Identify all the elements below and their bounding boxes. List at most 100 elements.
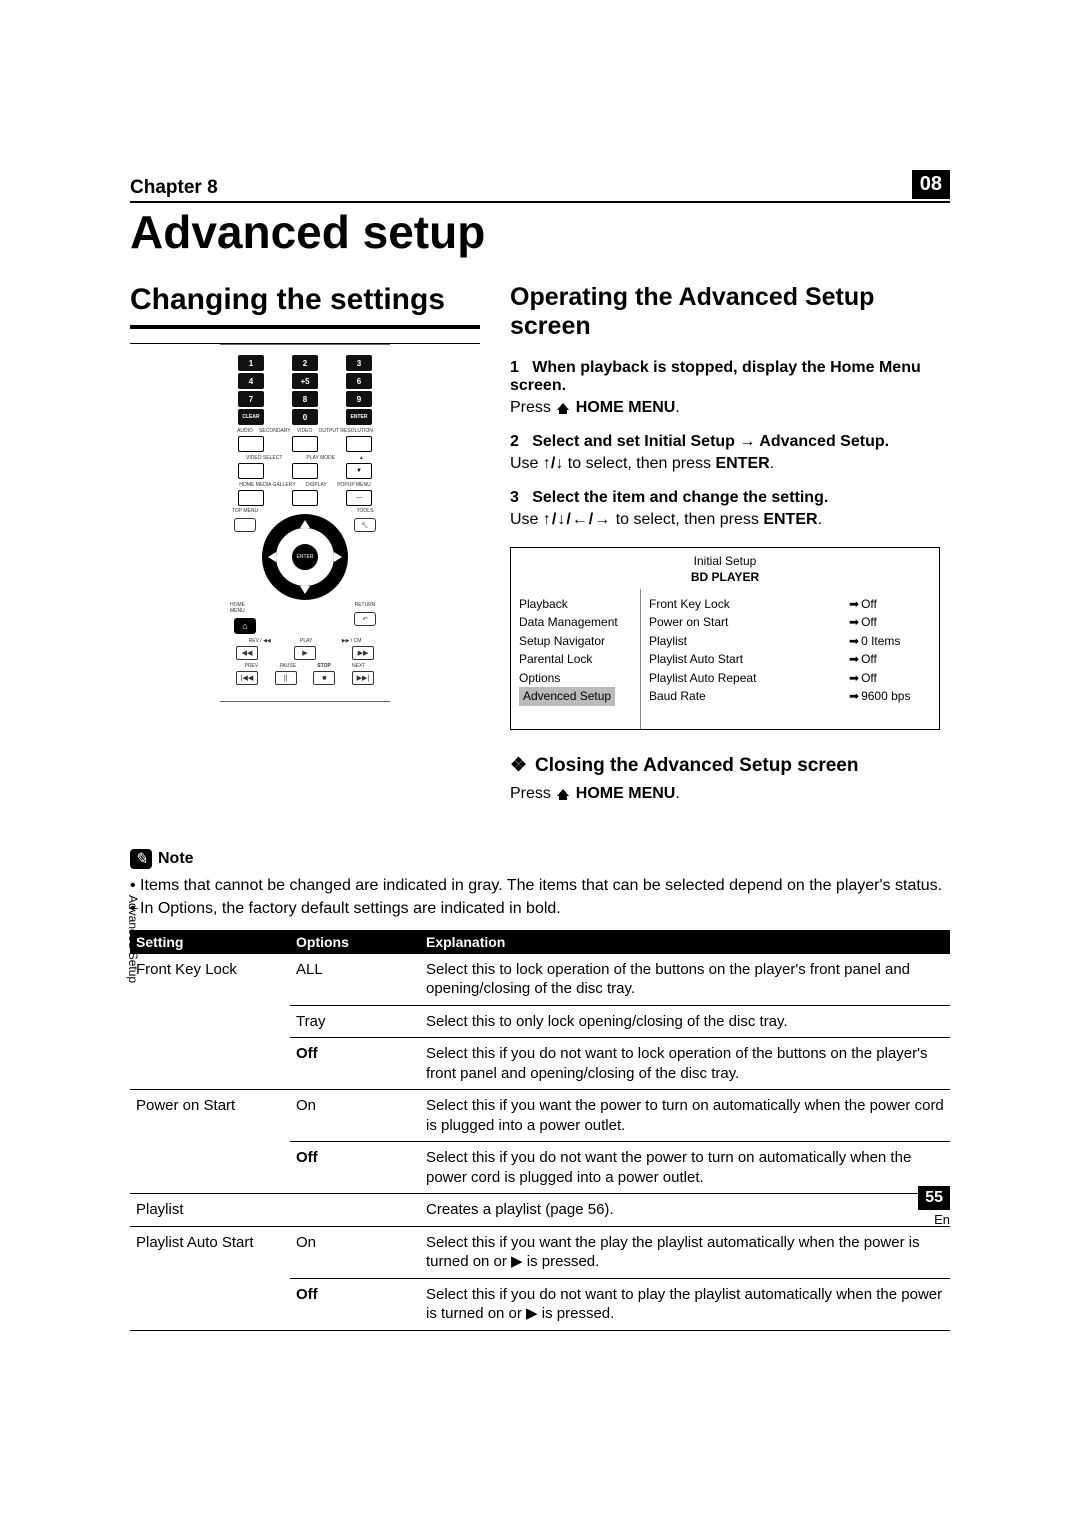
note-item: In Options, the factory default settings… — [130, 898, 950, 920]
right-arrow-icon: ➡ — [849, 632, 859, 651]
explanation-cell: Select this to lock operation of the but… — [420, 954, 950, 1006]
option-cell: On — [290, 1226, 420, 1278]
remote-label-audio: AUDIO — [237, 428, 253, 434]
remote-btn — [292, 436, 318, 452]
osd-mid-pane: Front Key Lock Power on Start Playlist P… — [641, 589, 849, 729]
osd-value: Off — [861, 615, 877, 629]
option-cell: ALL — [290, 954, 420, 1006]
step-2: 2 Select and set Initial Setup → Advance… — [510, 433, 950, 451]
table-header-setting: Setting — [130, 930, 290, 954]
diamond-icon: ❖ — [510, 754, 527, 777]
osd-left-item: Data Management — [519, 613, 632, 632]
setting-cell — [130, 1142, 290, 1194]
chapter-label: Chapter 8 — [130, 177, 218, 199]
page-number: 55 — [918, 1186, 950, 1210]
remote-btn: ▼ — [346, 463, 372, 479]
setting-cell: Playlist — [130, 1194, 290, 1227]
explanation-cell: Select this if you do not want the power… — [420, 1142, 950, 1194]
osd-value: 9600 bps — [861, 689, 910, 703]
setting-cell: Power on Start — [130, 1090, 290, 1142]
right-arrow-icon: ➡ — [849, 650, 859, 669]
option-cell: Off — [290, 1278, 420, 1330]
option-cell: Off — [290, 1038, 420, 1090]
remote-key-9: 9 — [346, 391, 372, 407]
remote-label-next: NEXT — [352, 663, 365, 669]
table-header-explanation: Explanation — [420, 930, 950, 954]
remote-key-play: ▶ — [294, 646, 316, 660]
osd-left-pane: Playback Data Management Setup Navigator… — [511, 589, 641, 729]
chapter-row: Chapter 8 08 — [130, 170, 950, 203]
remote-key-stop: ■ — [313, 671, 335, 685]
remote-key-fwd: ▶▶ — [352, 646, 374, 660]
remote-key-0: 0 — [292, 409, 318, 425]
osd-mid-item: Playlist Auto Repeat — [649, 669, 841, 688]
step-1-body: Press HOME MENU. — [510, 399, 950, 417]
osd-left-item: Setup Navigator — [519, 632, 632, 651]
note-item: Items that cannot be changed are indicat… — [130, 875, 950, 897]
remote-key-7: 7 — [238, 391, 264, 407]
note-icon: ✎ — [130, 849, 152, 869]
remote-label-resolution: OUTPUT RESOLUTION — [319, 428, 373, 434]
remote-label-tools: TOOLS — [357, 508, 374, 514]
remote-label-playmode: PLAY MODE — [306, 455, 335, 461]
osd-left-item-selected: Advenced Setup — [519, 687, 615, 706]
remote-key-rev: ◀◀ — [236, 646, 258, 660]
home-icon — [557, 403, 569, 410]
osd-left-item: Playback — [519, 595, 632, 614]
right-arrow-icon: ➡ — [849, 669, 859, 688]
osd-subtitle: BD PLAYER — [511, 570, 939, 589]
step-2-body: Use ↑/↓ to select, then press ENTER. — [510, 455, 950, 473]
remote-key-enter: ENTER — [346, 409, 372, 425]
remote-label-return: RETURN — [355, 602, 376, 608]
remote-btn — [238, 436, 264, 452]
table-header-options: Options — [290, 930, 420, 954]
osd-right-pane: ➡Off ➡Off ➡0 Items ➡Off ➡Off ➡9600 bps — [849, 589, 939, 729]
page-lang: En — [918, 1212, 950, 1227]
explanation-cell: Select this if you do not want to lock o… — [420, 1038, 950, 1090]
remote-btn — [292, 490, 318, 506]
note-header: ✎ Note — [130, 849, 950, 869]
osd-screenshot: Initial Setup BD PLAYER Playback Data Ma… — [510, 547, 940, 730]
remote-label-video: VIDEO — [297, 428, 313, 434]
remote-key-2: 2 — [292, 355, 318, 371]
chapter-badge: 08 — [912, 170, 950, 199]
closing-heading: ❖Closing the Advanced Setup screen — [510, 754, 950, 777]
explanation-cell: Select this to only lock opening/closing… — [420, 1005, 950, 1038]
osd-value: 0 Items — [861, 634, 900, 648]
remote-key-next: ▶▶| — [352, 671, 374, 685]
setting-cell — [130, 1005, 290, 1038]
osd-value: Off — [861, 652, 877, 666]
table-row: OffSelect this if you do not want to loc… — [130, 1038, 950, 1090]
table-row: Power on StartOnSelect this if you want … — [130, 1090, 950, 1142]
remote-btn-home: ⌂ — [234, 618, 256, 634]
remote-btn-topmenu — [234, 518, 256, 532]
remote-label-topmenu: TOP MENU — [232, 508, 258, 514]
remote-label-hmg: HOME MEDIA GALLERY — [239, 482, 295, 488]
osd-value: Off — [861, 597, 877, 611]
remote-key-4: 4 — [238, 373, 264, 389]
setting-cell — [130, 1038, 290, 1090]
option-cell — [290, 1194, 420, 1227]
option-cell: Tray — [290, 1005, 420, 1038]
operating-heading: Operating the Advanced Setup screen — [510, 283, 950, 341]
right-arrow-icon: ➡ — [849, 595, 859, 614]
remote-btn — [238, 490, 264, 506]
explanation-cell: Creates a playlist (page 56). — [420, 1194, 950, 1227]
remote-btn — [292, 463, 318, 479]
option-cell: Off — [290, 1142, 420, 1194]
remote-illustration: 1 2 3 4 +5 6 7 8 9 CLEAR 0 ENTER — [220, 344, 390, 702]
explanation-cell: Select this if you want the play the pla… — [420, 1226, 950, 1278]
remote-btn-return: ↶ — [354, 612, 376, 626]
table-row: OffSelect this if you do not want the po… — [130, 1142, 950, 1194]
side-tab-label: Advanced Setup — [126, 895, 140, 983]
remote-key-5: +5 — [292, 373, 318, 389]
right-column: Operating the Advanced Setup screen 1 Wh… — [510, 283, 950, 819]
right-arrow-icon: ➡ — [849, 613, 859, 632]
four-arrows-icon: ↑/↓/←/→ — [543, 511, 611, 528]
page-title: Advanced setup — [130, 205, 950, 259]
manual-page: Chapter 8 08 Advanced setup Changing the… — [0, 0, 1080, 1527]
note-label: Note — [158, 850, 194, 868]
osd-value: Off — [861, 671, 877, 685]
osd-title: Initial Setup — [511, 548, 939, 570]
closing-body: Press HOME MENU. — [510, 785, 950, 803]
